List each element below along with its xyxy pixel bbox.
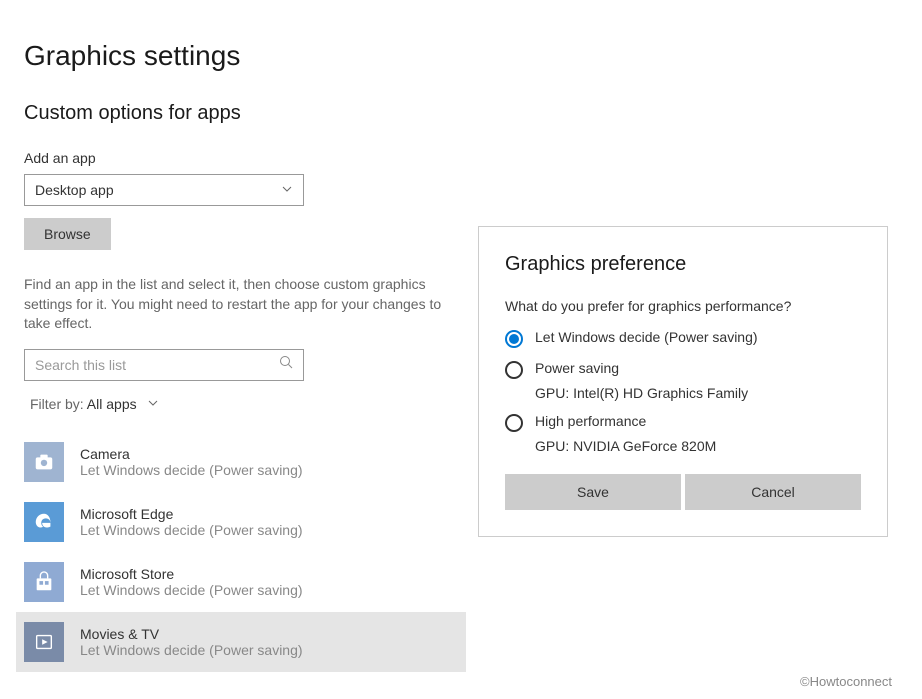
search-input-container[interactable] [24, 349, 304, 381]
app-name: Microsoft Edge [80, 506, 303, 522]
app-subtitle: Let Windows decide (Power saving) [80, 462, 303, 478]
app-name: Camera [80, 446, 303, 462]
filter-value: All apps [87, 396, 137, 412]
section-title: Custom options for apps [24, 102, 898, 125]
radio-label: High performance [535, 413, 646, 429]
add-app-label: Add an app [24, 150, 898, 166]
radio-circle-icon [505, 330, 523, 348]
radio-circle-icon [505, 414, 523, 432]
edge-icon [24, 502, 64, 542]
app-list: CameraLet Windows decide (Power saving)M… [16, 432, 466, 672]
dropdown-value: Desktop app [35, 182, 114, 198]
app-name: Microsoft Store [80, 566, 303, 582]
chevron-down-icon [147, 396, 159, 412]
browse-button[interactable]: Browse [24, 218, 111, 250]
dialog-title: Graphics preference [505, 253, 861, 276]
movies-icon [24, 622, 64, 662]
cancel-button[interactable]: Cancel [685, 474, 861, 510]
radio-option-1[interactable]: Power saving [505, 360, 861, 379]
radio-label: Power saving [535, 360, 619, 376]
watermark: ©Howtoconnect [800, 674, 892, 689]
graphics-preference-dialog: Graphics preference What do you prefer f… [478, 226, 888, 537]
filter-label: Filter by: [30, 396, 87, 412]
dialog-question: What do you prefer for graphics performa… [505, 298, 861, 314]
app-subtitle: Let Windows decide (Power saving) [80, 522, 303, 538]
app-item-camera[interactable]: CameraLet Windows decide (Power saving) [16, 432, 466, 492]
app-subtitle: Let Windows decide (Power saving) [80, 582, 303, 598]
app-type-dropdown[interactable]: Desktop app [24, 174, 304, 206]
store-icon [24, 562, 64, 602]
app-item-store[interactable]: Microsoft StoreLet Windows decide (Power… [16, 552, 466, 612]
chevron-down-icon [281, 182, 293, 198]
gpu-info: GPU: NVIDIA GeForce 820M [535, 438, 861, 454]
radio-circle-icon [505, 361, 523, 379]
save-button[interactable]: Save [505, 474, 681, 510]
radio-option-2[interactable]: High performance [505, 413, 861, 432]
page-title: Graphics settings [24, 40, 898, 72]
gpu-info: GPU: Intel(R) HD Graphics Family [535, 385, 861, 401]
app-name: Movies & TV [80, 626, 303, 642]
radio-label: Let Windows decide (Power saving) [535, 329, 758, 345]
search-input[interactable] [35, 357, 279, 373]
search-icon [279, 355, 293, 374]
app-subtitle: Let Windows decide (Power saving) [80, 642, 303, 658]
radio-option-0[interactable]: Let Windows decide (Power saving) [505, 329, 861, 348]
app-item-edge[interactable]: Microsoft EdgeLet Windows decide (Power … [16, 492, 466, 552]
description-text: Find an app in the list and select it, t… [24, 275, 454, 334]
camera-icon [24, 442, 64, 482]
app-item-movies[interactable]: Movies & TVLet Windows decide (Power sav… [16, 612, 466, 672]
